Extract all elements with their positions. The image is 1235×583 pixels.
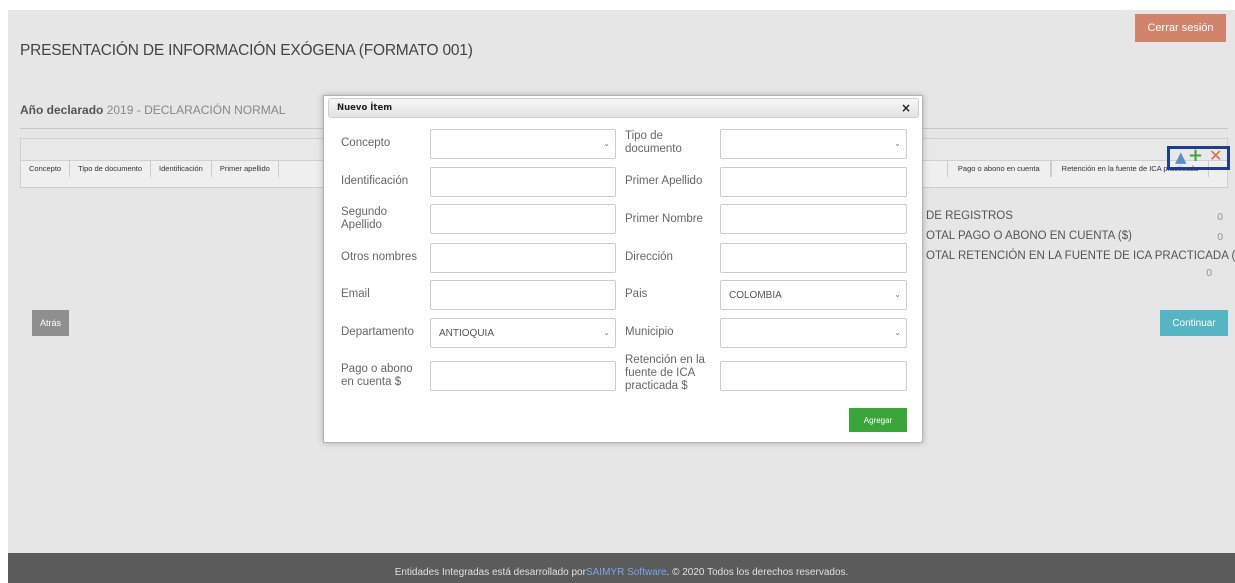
departamento-label: Departamento [341,326,414,338]
retencion-label: Retención en la fuente de ICA practicada… [625,354,705,392]
column-header-concepto[interactable]: Concepto [21,161,71,177]
primer-apellido-label: Primer Apellido [625,175,703,187]
pais-label: Pais [625,288,648,300]
continue-button[interactable]: Continuar [1160,310,1228,336]
pago-label: Pago o abono en cuenta $ [341,363,413,388]
municipio-label: Municipio [625,326,674,338]
close-icon[interactable]: × [901,101,911,115]
chevron-down-icon: ⌄ [603,139,610,148]
add-button[interactable]: Agregar [849,408,907,432]
direccion-label: Dirección [625,251,673,263]
footer-link[interactable]: SAIMYR Software [586,567,667,578]
modal-header: Nuevo Ítem × [328,98,919,118]
chevron-down-icon: ⌄ [894,139,901,148]
footer-text-before: Entidades Integradas está desarrollado p… [394,566,586,578]
new-item-modal: Nuevo Ítem × Concepto ⌄ Tipo de document… [323,95,923,443]
segundo-apellido-label: Segundo Apellido [341,206,388,231]
records-count-value: 0 [1217,212,1224,223]
footer: Entidades Integradas está desarrollado p… [8,553,1235,583]
column-header-primer-apellido[interactable]: Primer apellido [212,161,279,177]
concepto-label: Concepto [341,137,391,149]
records-count-label: DE REGISTROS [926,210,1013,222]
total-retention-value: 0 [1206,268,1213,279]
tipo-documento-label: Tipo de documento [625,130,682,155]
column-header-identificacion[interactable]: Identificación [151,161,212,177]
municipio-select[interactable]: ⌄ [720,318,907,348]
pais-value: COLOMBIA [729,289,782,301]
add-icon[interactable]: + [1188,147,1203,165]
total-payment-value: 0 [1217,232,1224,243]
pago-input[interactable] [430,361,616,391]
declared-year-label: Año declarado [20,103,104,117]
segundo-apellido-input[interactable] [430,204,616,234]
primer-nombre-input[interactable] [720,204,907,234]
chevron-down-icon: ⌄ [894,290,901,299]
total-payment-label: OTAL PAGO O ABONO EN CUENTA ($) [926,230,1132,242]
tipo-documento-select[interactable]: ⌄ [720,129,907,159]
primer-apellido-input[interactable] [720,167,907,197]
column-header-tipo-documento[interactable]: Tipo de documento [70,161,152,177]
primer-nombre-label: Primer Nombre [625,213,703,225]
pais-select[interactable]: COLOMBIA ⌄ [720,280,907,310]
column-header-pago[interactable]: Pago o abono en cuenta [946,161,1051,177]
footer-text-after: . © 2020 Todos los derechos reservados. [666,566,849,578]
email-input[interactable] [430,280,616,310]
declared-year: Año declarado 2019 - DECLARACIÓN NORMAL [20,103,285,117]
departamento-value: ANTIOQUIA [439,327,495,339]
identificacion-label: Identificación [341,175,409,187]
departamento-select[interactable]: ANTIOQUIA ⌄ [430,318,616,348]
otros-nombres-input[interactable] [430,243,616,273]
modal-title: Nuevo Ítem [337,103,393,113]
chevron-down-icon: ⌄ [894,328,901,337]
total-retention-label: OTAL RETENCIÓN EN LA FUENTE DE ICA PRACT… [926,250,1235,262]
page-title: PRESENTACIÓN DE INFORMACIÓN EXÓGENA (FOR… [20,42,473,59]
declared-year-value: 2019 - DECLARACIÓN NORMAL [106,103,286,117]
concepto-select[interactable]: ⌄ [430,129,616,159]
retencion-input[interactable] [720,361,907,391]
direccion-input[interactable] [720,243,907,273]
grid-columns-left: Concepto Tipo de documento Identificació… [21,161,279,177]
identificacion-input[interactable] [430,167,616,197]
logout-button[interactable]: Cerrar sesión [1135,14,1226,42]
back-button[interactable]: Atrás [32,310,69,336]
delete-icon[interactable]: ✕ [1209,148,1222,164]
email-label: Email [341,288,370,300]
chevron-down-icon: ⌄ [603,328,610,337]
otros-nombres-label: Otros nombres [341,251,418,263]
